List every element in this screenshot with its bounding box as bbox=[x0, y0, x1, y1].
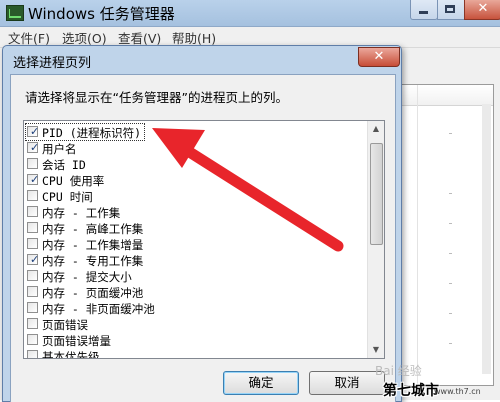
close-icon: ✕ bbox=[373, 49, 385, 64]
checkbox[interactable]: ✓ bbox=[27, 125, 40, 138]
column-option-label: 内存 - 工作集增量 bbox=[42, 238, 144, 252]
column-option[interactable]: ✓ 内存 - 工作集 bbox=[26, 204, 366, 220]
chevron-down-icon: ▼ bbox=[372, 345, 380, 354]
column-option[interactable]: ✓ 基本优先级 bbox=[26, 348, 366, 359]
column-option-label: 内存 - 页面缓冲池 bbox=[42, 286, 144, 300]
list-dot bbox=[449, 313, 452, 314]
close-button[interactable]: ✕ bbox=[464, 0, 500, 20]
dialog-close-button[interactable]: ✕ bbox=[358, 47, 400, 67]
column-option[interactable]: ✓ CPU 使用率 bbox=[26, 172, 366, 188]
column-option[interactable]: ✓ 内存 - 专用工作集 bbox=[26, 252, 366, 268]
column-option-label: 内存 - 高峰工作集 bbox=[42, 222, 144, 236]
column-option-label: 基本优先级 bbox=[42, 350, 100, 359]
scroll-up-button[interactable]: ▲ bbox=[368, 121, 384, 137]
column-option-label: 内存 - 提交大小 bbox=[42, 270, 132, 284]
checkbox[interactable]: ✓ bbox=[27, 206, 38, 217]
checkbox[interactable]: ✓ bbox=[27, 253, 40, 266]
column-option[interactable]: ✓ 内存 - 工作集增量 bbox=[26, 236, 366, 252]
list-dot bbox=[449, 283, 452, 284]
checkbox[interactable]: ✓ bbox=[27, 302, 38, 313]
checkmark-icon: ✓ bbox=[30, 173, 40, 186]
checkbox[interactable]: ✓ bbox=[27, 190, 38, 201]
checkbox[interactable]: ✓ bbox=[27, 318, 38, 329]
scroll-thumb[interactable] bbox=[370, 143, 383, 245]
checkbox[interactable]: ✓ bbox=[27, 141, 40, 154]
checkbox[interactable]: ✓ bbox=[27, 350, 38, 358]
list-dot bbox=[449, 343, 452, 344]
process-list-scrollbar[interactable] bbox=[482, 104, 491, 374]
watermark: Bai 经验 bbox=[375, 364, 422, 378]
minimize-icon bbox=[419, 11, 428, 14]
maximize-button[interactable] bbox=[437, 0, 465, 20]
column-option-label: 内存 - 工作集 bbox=[42, 206, 121, 220]
column-option[interactable]: ✓ 页面错误增量 bbox=[26, 332, 366, 348]
dialog-title: 选择进程页列 bbox=[13, 56, 92, 71]
process-list bbox=[398, 84, 494, 386]
checkmark-icon: ✓ bbox=[30, 125, 40, 138]
list-dot bbox=[449, 223, 452, 224]
task-manager-icon bbox=[6, 5, 24, 21]
column-option[interactable]: ✓ PID (进程标识符) bbox=[25, 123, 145, 141]
list-dot bbox=[449, 133, 452, 134]
checkbox[interactable]: ✓ bbox=[27, 334, 38, 345]
column-option-label: PID (进程标识符) bbox=[42, 126, 142, 140]
checkbox[interactable]: ✓ bbox=[27, 158, 38, 169]
minimize-button[interactable] bbox=[410, 0, 438, 20]
column-divider bbox=[417, 85, 418, 385]
maximize-icon bbox=[445, 5, 455, 13]
column-checklist: ✓PID (进程标识符)✓用户名✓会话 ID✓CPU 使用率✓CPU 时间✓内存… bbox=[23, 120, 385, 359]
list-dot bbox=[449, 193, 452, 194]
checkmark-icon: ✓ bbox=[30, 253, 40, 266]
site-logo: 第七城市 bbox=[383, 383, 439, 399]
list-dot bbox=[449, 253, 452, 254]
checklist-scrollbar[interactable]: ▲ ▼ bbox=[367, 121, 384, 358]
checkbox[interactable]: ✓ bbox=[27, 270, 38, 281]
column-option-label: 会话 ID bbox=[42, 158, 86, 172]
column-option[interactable]: ✓ CPU 时间 bbox=[26, 188, 366, 204]
dialog-instruction: 请选择将显示在“任务管理器”的进程页上的列。 bbox=[25, 90, 288, 105]
checkbox[interactable]: ✓ bbox=[27, 238, 38, 249]
checkbox[interactable]: ✓ bbox=[27, 286, 38, 297]
column-option-label: 内存 - 专用工作集 bbox=[42, 254, 144, 268]
column-option[interactable]: ✓ 用户名 bbox=[26, 140, 366, 156]
column-option-label: 页面错误增量 bbox=[42, 334, 111, 348]
cancel-button[interactable]: 取消 bbox=[309, 371, 385, 395]
checkbox[interactable]: ✓ bbox=[27, 173, 40, 186]
column-option[interactable]: ✓ 内存 - 非页面缓冲池 bbox=[26, 300, 366, 316]
column-option[interactable]: ✓ 内存 - 高峰工作集 bbox=[26, 220, 366, 236]
checkbox[interactable]: ✓ bbox=[27, 222, 38, 233]
chevron-up-icon: ▲ bbox=[372, 124, 380, 133]
window-title: Windows 任务管理器 bbox=[28, 5, 175, 23]
column-option-label: 用户名 bbox=[42, 142, 77, 156]
column-option-label: CPU 时间 bbox=[42, 190, 93, 204]
column-option[interactable]: ✓ 内存 - 提交大小 bbox=[26, 268, 366, 284]
column-option-label: CPU 使用率 bbox=[42, 174, 105, 188]
select-columns-dialog: 选择进程页列 ✕ 请选择将显示在“任务管理器”的进程页上的列。 ✓ PID (进程… bbox=[2, 45, 402, 402]
column-option[interactable]: ✓ 会话 ID bbox=[26, 156, 366, 172]
dialog-title-bar: 选择进程页列 ✕ bbox=[3, 46, 401, 74]
ok-button[interactable]: 确定 bbox=[223, 371, 299, 395]
close-icon: ✕ bbox=[477, 1, 489, 16]
site-url: www.th7.cn bbox=[434, 387, 481, 396]
checkmark-icon: ✓ bbox=[30, 141, 40, 154]
process-list-header bbox=[399, 85, 493, 106]
column-option[interactable]: ✓ 页面错误 bbox=[26, 316, 366, 332]
column-option-label: 页面错误 bbox=[42, 318, 88, 332]
title-bar: Windows 任务管理器 ✕ bbox=[0, 0, 500, 27]
scroll-down-button[interactable]: ▼ bbox=[368, 342, 384, 358]
dialog-body: 请选择将显示在“任务管理器”的进程页上的列。 ✓PID (进程标识符)✓用户名✓… bbox=[10, 74, 396, 402]
column-option-label: 内存 - 非页面缓冲池 bbox=[42, 302, 155, 316]
column-option[interactable]: ✓ 内存 - 页面缓冲池 bbox=[26, 284, 366, 300]
